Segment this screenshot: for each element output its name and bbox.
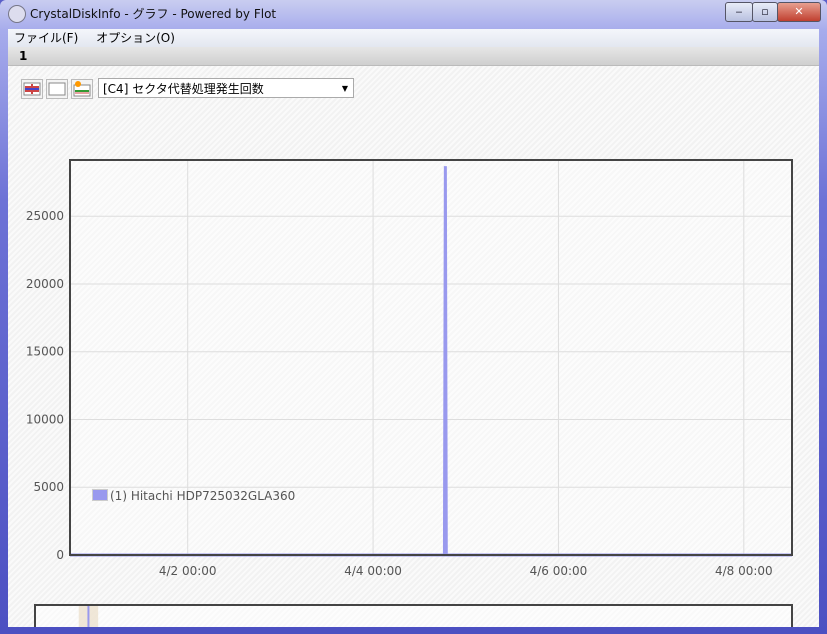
app-icon (8, 5, 26, 23)
y-tick-label: 20000 (26, 277, 64, 291)
maximize-button[interactable]: ▫ (752, 2, 778, 22)
y-tick-label: 25000 (26, 209, 64, 223)
legend-label: (1) Hitachi HDP725032GLA360 (110, 489, 296, 503)
legend-swatch (92, 489, 108, 501)
chart[interactable]: 0 5000 10000 15000 20000 25000 4/2 00:00 4/4 00… (8, 66, 819, 627)
menu-file[interactable]: ファイル(F) (14, 31, 78, 45)
client-area: ファイル(F) オプション(O) 1 [C4] セクタ代替処理発生回数 ▼ 0 50… (8, 29, 819, 627)
menu-bar: ファイル(F) オプション(O) (8, 29, 819, 47)
title-bar: CrystalDiskInfo - グラフ - Powered by Flot … (0, 0, 827, 28)
x-tick-label: 4/2 00:00 (159, 564, 217, 578)
app-window: CrystalDiskInfo - グラフ - Powered by Flot … (0, 0, 827, 634)
window-title: CrystalDiskInfo - グラフ - Powered by Flot (30, 7, 277, 21)
minimize-button[interactable]: ‒ (725, 2, 753, 22)
y-tick-label: 5000 (33, 480, 64, 494)
overview-background (35, 605, 792, 627)
y-tick-label: 15000 (26, 345, 64, 359)
tab-1[interactable]: 1 (19, 49, 27, 63)
menu-options[interactable]: オプション(O) (96, 31, 175, 45)
x-tick-label: 4/4 00:00 (344, 564, 402, 578)
y-tick-label: 10000 (26, 412, 64, 426)
close-button[interactable]: ✕ (777, 2, 821, 22)
y-tick-label: 0 (56, 548, 64, 562)
tab-strip: 1 (8, 47, 819, 66)
legend: (1) Hitachi HDP725032GLA360 (92, 489, 295, 503)
x-tick-label: 4/6 00:00 (530, 564, 588, 578)
x-tick-label: 4/8 00:00 (715, 564, 773, 578)
graph-area: [C4] セクタ代替処理発生回数 ▼ 0 5000 10000 15000 20000 25… (8, 66, 819, 627)
